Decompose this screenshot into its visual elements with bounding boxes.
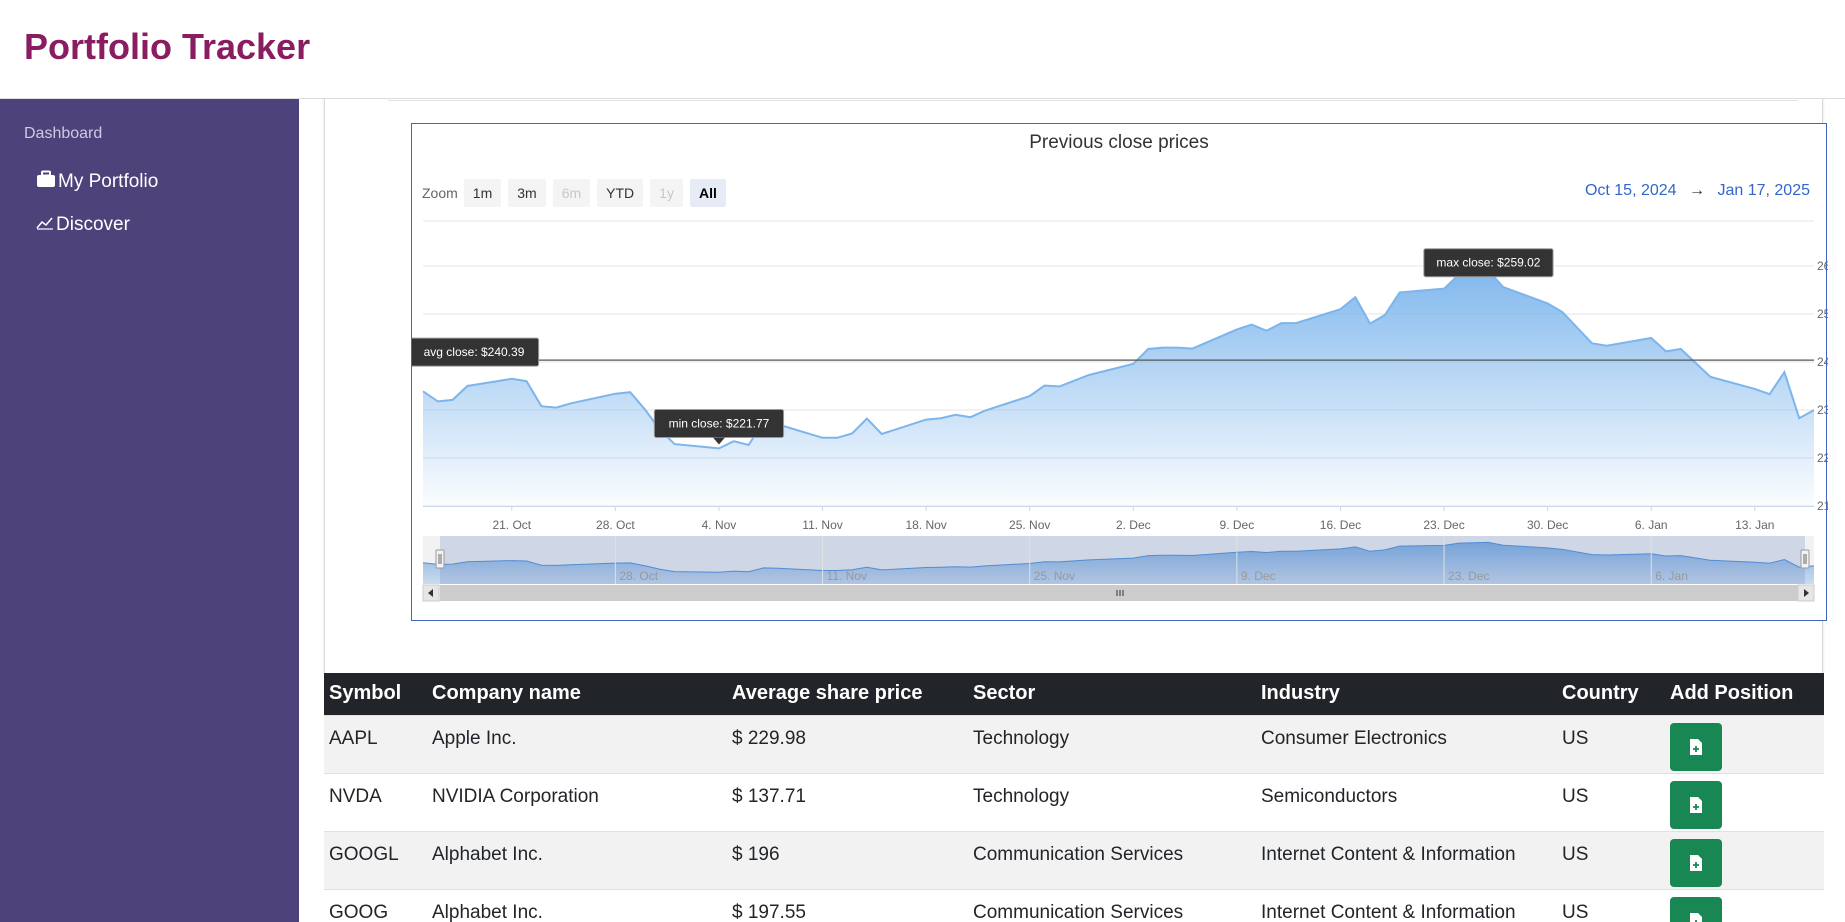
cell-symbol: GOOG: [324, 888, 427, 922]
x-tick-label: 23. Dec: [1423, 518, 1464, 532]
cell-symbol: AAPL: [324, 714, 427, 773]
x-tick-label: 16. Dec: [1320, 518, 1361, 532]
main-content: Previous close prices Zoom 1m 3m 6m YTD …: [299, 99, 1845, 922]
stocks-table: Symbol Company name Average share price …: [324, 673, 1824, 922]
x-tick-label: 28. Oct: [596, 518, 635, 532]
cell-industry: Consumer Electronics: [1256, 714, 1557, 773]
table-row: AAPL Apple Inc. $ 229.98 Technology Cons…: [324, 714, 1824, 773]
cell-industry: Semiconductors: [1256, 772, 1557, 831]
column-header-country: Country: [1557, 673, 1665, 715]
cell-country: US: [1557, 830, 1665, 889]
x-tick-label: 30. Dec: [1527, 518, 1568, 532]
cell-sector: Technology: [968, 772, 1256, 831]
cell-industry: Internet Content & Information: [1256, 888, 1557, 922]
stock-chart[interactable]: Previous close prices Zoom 1m 3m 6m YTD …: [411, 123, 1828, 621]
sidebar-item-label: Discover: [56, 214, 130, 235]
cell-price: $ 197.55: [727, 888, 968, 922]
cell-symbol: NVDA: [324, 772, 427, 831]
app-title: Portfolio Tracker: [24, 26, 311, 67]
chart-card: Previous close prices Zoom 1m 3m 6m YTD …: [324, 99, 1828, 674]
x-tick-label: 6. Jan: [1635, 518, 1668, 532]
table-header-row: Symbol Company name Average share price …: [324, 673, 1824, 715]
x-tick-label: 9. Dec: [1220, 518, 1255, 532]
cell-price: $ 196: [727, 830, 968, 889]
x-tick-label: 25. Nov: [1009, 518, 1050, 532]
x-tick-label: 2. Dec: [1116, 518, 1151, 532]
cell-sector: Technology: [968, 714, 1256, 773]
y-tick-label: 240: [1817, 355, 1828, 369]
table-row: GOOG Alphabet Inc. $ 197.55 Communicatio…: [324, 888, 1824, 922]
avg-close-label: avg close: $240.39: [424, 345, 525, 359]
cell-country: US: [1557, 772, 1665, 831]
cell-country: US: [1557, 714, 1665, 773]
cell-price: $ 137.71: [727, 772, 968, 831]
divider: [388, 100, 1798, 101]
y-tick-label: 210: [1817, 499, 1828, 513]
navigator-tick-label: 6. Jan: [1655, 569, 1688, 583]
y-tick-label: 230: [1817, 403, 1828, 417]
add-position-button[interactable]: [1670, 838, 1722, 887]
trend-chart-icon: [36, 214, 56, 236]
navigator-handle: [1800, 549, 1810, 569]
column-header-industry: Industry: [1256, 673, 1557, 715]
briefcase-icon: [36, 170, 58, 194]
x-tick-label: 18. Nov: [905, 518, 946, 532]
file-plus-icon: [1690, 854, 1702, 871]
cell-country: US: [1557, 888, 1665, 922]
x-tick-label: 11. Nov: [802, 518, 842, 532]
navigator-handle: [435, 549, 445, 569]
sidebar: Dashboard My Portfolio Discover: [0, 99, 299, 922]
cell-company: Alphabet Inc.: [427, 830, 727, 889]
y-tick-label: 260: [1817, 259, 1828, 273]
file-plus-icon: [1690, 912, 1702, 922]
file-plus-icon: [1690, 796, 1702, 813]
price-area: [423, 270, 1814, 506]
add-position-button[interactable]: [1670, 780, 1722, 829]
sidebar-section-label: Dashboard: [24, 125, 103, 142]
sidebar-item-my-portfolio[interactable]: My Portfolio: [36, 167, 158, 197]
table-row: GOOGL Alphabet Inc. $ 196 Communication …: [324, 830, 1824, 889]
navigator-tick-label: 11. Nov: [827, 569, 867, 583]
cell-company: NVIDIA Corporation: [427, 772, 727, 831]
cell-sector: Communication Services: [968, 830, 1256, 889]
column-header-price: Average share price: [727, 673, 968, 715]
navigator-tick-label: 28. Oct: [619, 569, 658, 583]
cell-company: Alphabet Inc.: [427, 888, 727, 922]
min-close-label-pointer: [712, 437, 725, 445]
sidebar-item-label: My Portfolio: [58, 171, 159, 192]
y-tick-label: 250: [1817, 307, 1828, 321]
cell-symbol: GOOGL: [324, 830, 427, 889]
navigator-tick-label: 23. Dec: [1448, 569, 1489, 583]
navigator-tick-label: 9. Dec: [1241, 569, 1276, 583]
column-header-company: Company name: [427, 673, 727, 715]
max-close-label: max close: $259.02: [1436, 256, 1540, 270]
x-tick-label: 13. Jan: [1735, 518, 1774, 532]
add-position-button[interactable]: [1670, 896, 1722, 922]
column-header-symbol: Symbol: [324, 673, 427, 715]
top-header: Portfolio Tracker: [0, 0, 1845, 99]
min-close-label: min close: $221.77: [669, 417, 770, 431]
chart-canvas: 210 220 230 240 250 260 21. Oct 28. Oct 4. Nov 11…: [412, 220, 1828, 602]
file-plus-icon: [1690, 738, 1702, 755]
y-tick-label: 220: [1817, 451, 1828, 465]
cell-industry: Internet Content & Information: [1256, 830, 1557, 889]
x-tick-label: 21. Oct: [492, 518, 531, 532]
add-position-button[interactable]: [1670, 722, 1722, 771]
cell-price: $ 229.98: [727, 714, 968, 773]
cell-company: Apple Inc.: [427, 714, 727, 773]
cell-sector: Communication Services: [968, 888, 1256, 922]
sidebar-item-discover[interactable]: Discover: [36, 210, 130, 240]
column-header-add-position: Add Position: [1665, 673, 1824, 715]
column-header-sector: Sector: [968, 673, 1256, 715]
x-tick-label: 4. Nov: [702, 518, 737, 532]
navigator-tick-label: 25. Nov: [1034, 569, 1075, 583]
table-row: NVDA NVIDIA Corporation $ 137.71 Technol…: [324, 772, 1824, 831]
